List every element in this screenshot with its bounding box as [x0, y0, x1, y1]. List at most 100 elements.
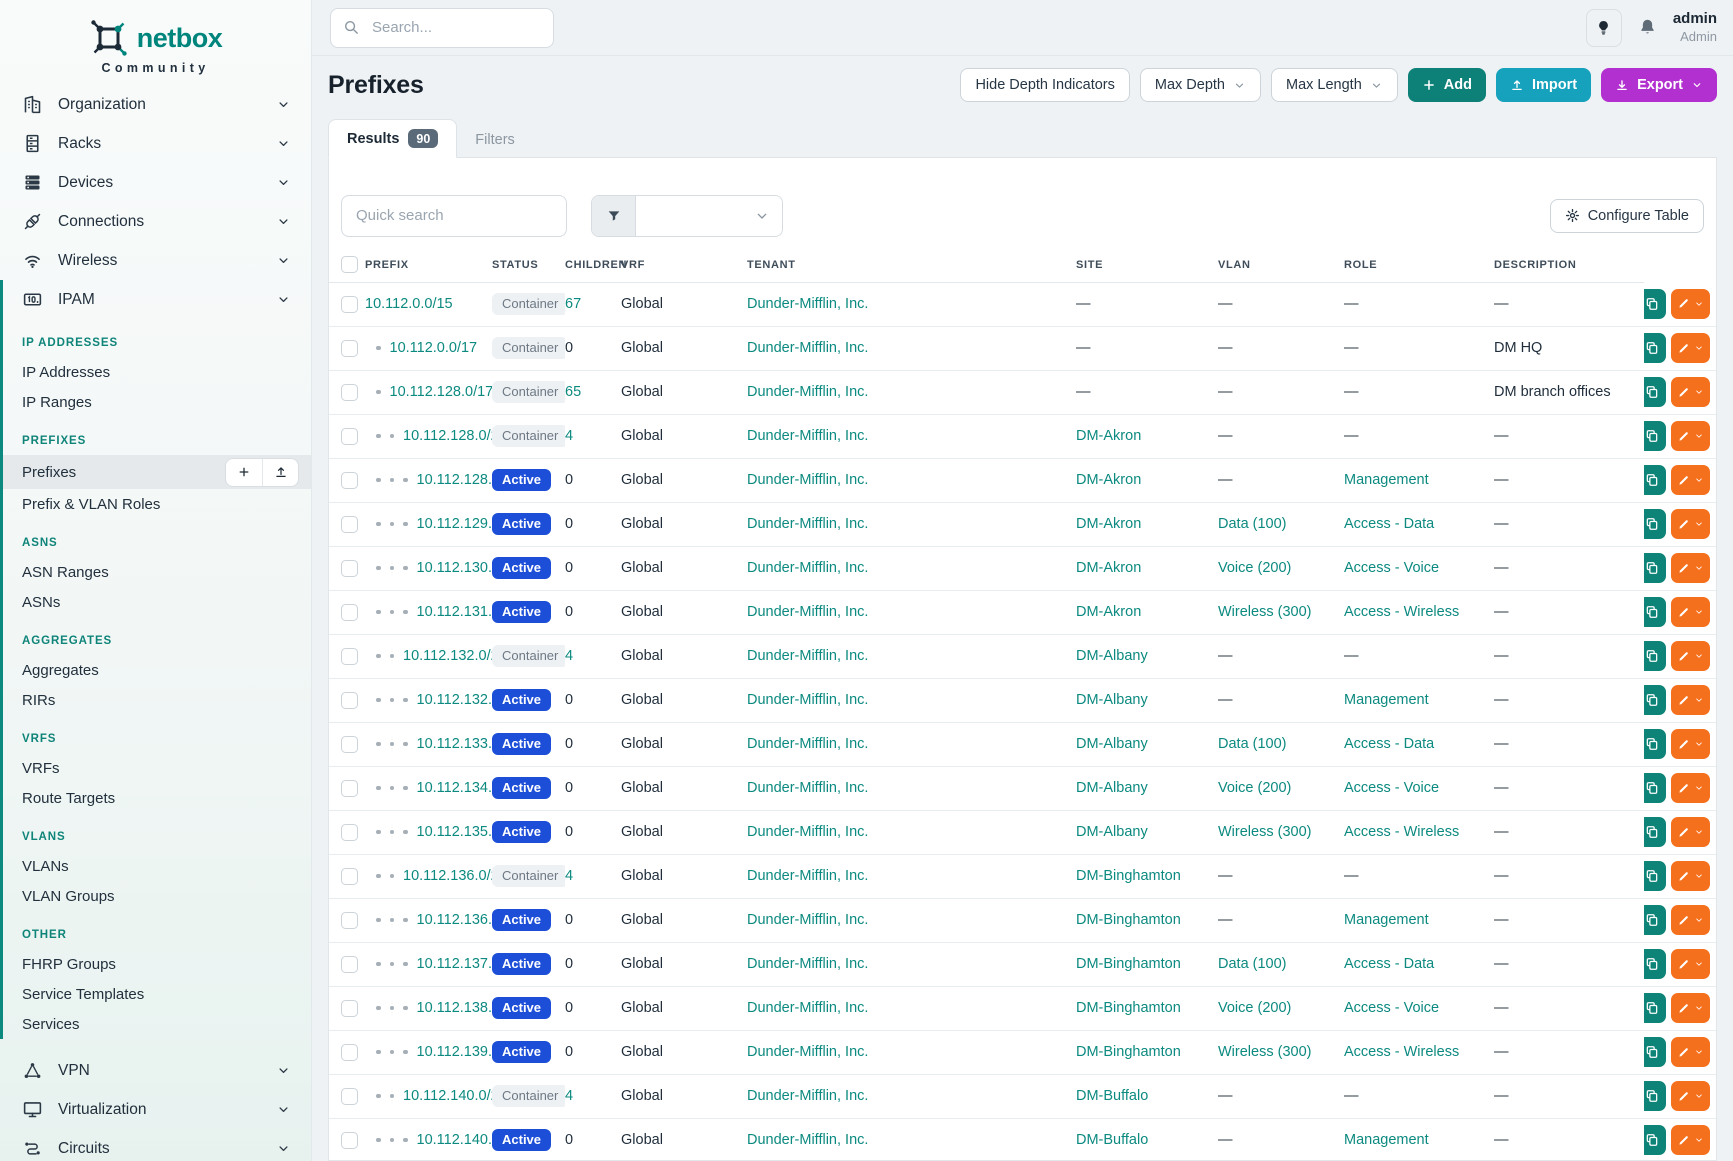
- prefix-link[interactable]: 10.112.133.0/24: [417, 736, 493, 752]
- tenant-link[interactable]: Dunder-Mifflin, Inc.: [747, 1132, 868, 1148]
- sidebar-item-asn-ranges[interactable]: ASN Ranges: [3, 557, 311, 587]
- add-button[interactable]: Add: [1408, 68, 1486, 102]
- role-link[interactable]: Management: [1344, 912, 1429, 928]
- row-checkbox[interactable]: [341, 604, 358, 621]
- max-length-dropdown[interactable]: Max Length: [1271, 68, 1398, 102]
- site-link[interactable]: DM-Albany: [1076, 824, 1148, 840]
- edit-button[interactable]: [1671, 817, 1710, 847]
- row-checkbox[interactable]: [341, 780, 358, 797]
- global-search[interactable]: [330, 8, 554, 48]
- row-checkbox[interactable]: [341, 472, 358, 489]
- clone-button[interactable]: [1644, 773, 1666, 803]
- clone-button[interactable]: [1644, 905, 1666, 935]
- column-header-vrf[interactable]: VRF: [621, 248, 747, 282]
- notifications-button[interactable]: [1637, 17, 1658, 38]
- clone-button[interactable]: [1644, 421, 1666, 451]
- site-link[interactable]: DM-Akron: [1076, 516, 1141, 532]
- tab-results[interactable]: Results 90: [328, 119, 457, 158]
- column-header-prefix[interactable]: PREFIX: [365, 248, 492, 282]
- prefix-link[interactable]: 10.112.0.0/15: [365, 296, 453, 312]
- column-header-description[interactable]: DESCRIPTION: [1494, 248, 1644, 282]
- sidebar-item-route-targets[interactable]: Route Targets: [3, 783, 311, 813]
- tenant-link[interactable]: Dunder-Mifflin, Inc.: [747, 472, 868, 488]
- site-link[interactable]: DM-Akron: [1076, 428, 1141, 444]
- clone-button[interactable]: [1644, 685, 1666, 715]
- prefix-link[interactable]: 10.112.0.0/17: [390, 340, 478, 356]
- import-button[interactable]: Import: [1496, 68, 1591, 102]
- edit-button[interactable]: [1671, 1081, 1710, 1111]
- tenant-link[interactable]: Dunder-Mifflin, Inc.: [747, 1000, 868, 1016]
- sidebar-item-vlan-groups[interactable]: VLAN Groups: [3, 881, 311, 911]
- row-checkbox[interactable]: [341, 736, 358, 753]
- tenant-link[interactable]: Dunder-Mifflin, Inc.: [747, 692, 868, 708]
- row-checkbox[interactable]: [341, 648, 358, 665]
- sidebar-item-ipam[interactable]: IPAM: [3, 280, 311, 319]
- column-header-vlan[interactable]: VLAN: [1218, 248, 1344, 282]
- theme-toggle-button[interactable]: [1586, 9, 1622, 47]
- clone-button[interactable]: [1644, 1037, 1666, 1067]
- configure-table-button[interactable]: Configure Table: [1550, 199, 1704, 233]
- filter-button[interactable]: [592, 196, 636, 236]
- role-link[interactable]: Management: [1344, 692, 1429, 708]
- site-link[interactable]: DM-Binghamton: [1076, 1000, 1181, 1016]
- clone-button[interactable]: [1644, 1081, 1666, 1111]
- clone-button[interactable]: [1644, 377, 1666, 407]
- tenant-link[interactable]: Dunder-Mifflin, Inc.: [747, 384, 868, 400]
- vlan-link[interactable]: Voice (200): [1218, 1000, 1291, 1016]
- site-link[interactable]: DM-Akron: [1076, 604, 1141, 620]
- vlan-link[interactable]: Wireless (300): [1218, 1044, 1311, 1060]
- site-link[interactable]: DM-Albany: [1076, 736, 1148, 752]
- tenant-link[interactable]: Dunder-Mifflin, Inc.: [747, 296, 868, 312]
- tenant-link[interactable]: Dunder-Mifflin, Inc.: [747, 780, 868, 796]
- sidebar-item-service-templates[interactable]: Service Templates: [3, 979, 311, 1009]
- vlan-link[interactable]: Voice (200): [1218, 780, 1291, 796]
- role-link[interactable]: Access - Wireless: [1344, 824, 1459, 840]
- site-link[interactable]: DM-Buffalo: [1076, 1088, 1148, 1104]
- clone-button[interactable]: [1644, 861, 1666, 891]
- clone-button[interactable]: [1644, 729, 1666, 759]
- role-link[interactable]: Access - Voice: [1344, 780, 1439, 796]
- edit-button[interactable]: [1671, 773, 1710, 803]
- tenant-link[interactable]: Dunder-Mifflin, Inc.: [747, 648, 868, 664]
- edit-button[interactable]: [1671, 729, 1710, 759]
- column-header-tenant[interactable]: TENANT: [747, 248, 1076, 282]
- export-dropdown[interactable]: Export: [1601, 68, 1717, 102]
- tenant-link[interactable]: Dunder-Mifflin, Inc.: [747, 604, 868, 620]
- sidebar-item-ip-ranges[interactable]: IP Ranges: [3, 387, 311, 417]
- vlan-link[interactable]: Wireless (300): [1218, 824, 1311, 840]
- prefix-link[interactable]: 10.112.136.0/22: [403, 868, 492, 884]
- role-link[interactable]: Access - Data: [1344, 516, 1434, 532]
- prefix-link[interactable]: 10.112.130.0/24: [417, 560, 493, 576]
- tenant-link[interactable]: Dunder-Mifflin, Inc.: [747, 428, 868, 444]
- clone-button[interactable]: [1644, 949, 1666, 979]
- tenant-link[interactable]: Dunder-Mifflin, Inc.: [747, 560, 868, 576]
- children-count-link[interactable]: 65: [565, 384, 581, 400]
- vlan-link[interactable]: Voice (200): [1218, 560, 1291, 576]
- sidebar-item-vrfs[interactable]: VRFs: [3, 753, 311, 783]
- vlan-link[interactable]: Data (100): [1218, 956, 1287, 972]
- sidebar-item-devices[interactable]: Devices: [0, 163, 311, 202]
- prefix-link[interactable]: 10.112.137.0/24: [417, 956, 493, 972]
- prefix-link[interactable]: 10.112.140.0/22: [403, 1088, 492, 1104]
- sidebar-item-rirs[interactable]: RIRs: [3, 685, 311, 715]
- sidebar-item-asns[interactable]: ASNs: [3, 587, 311, 617]
- clone-button[interactable]: [1644, 465, 1666, 495]
- clone-button[interactable]: [1644, 553, 1666, 583]
- vlan-link[interactable]: Data (100): [1218, 736, 1287, 752]
- edit-button[interactable]: [1671, 1125, 1710, 1155]
- prefix-link[interactable]: 10.112.138.0/24: [417, 1000, 493, 1016]
- clone-button[interactable]: [1644, 289, 1666, 319]
- clone-button[interactable]: [1644, 333, 1666, 363]
- row-checkbox[interactable]: [341, 868, 358, 885]
- edit-button[interactable]: [1671, 509, 1710, 539]
- prefix-link[interactable]: 10.112.129.0/24: [417, 516, 493, 532]
- prefix-link[interactable]: 10.112.128.0/28: [417, 472, 493, 488]
- global-search-input[interactable]: [370, 18, 541, 37]
- prefix-link[interactable]: 10.112.131.0/24: [417, 604, 493, 620]
- row-checkbox[interactable]: [341, 1044, 358, 1061]
- quick-import-button[interactable]: [262, 459, 298, 486]
- role-link[interactable]: Access - Voice: [1344, 1000, 1439, 1016]
- children-count-link[interactable]: 4: [565, 648, 573, 664]
- tenant-link[interactable]: Dunder-Mifflin, Inc.: [747, 516, 868, 532]
- vlan-link[interactable]: Data (100): [1218, 516, 1287, 532]
